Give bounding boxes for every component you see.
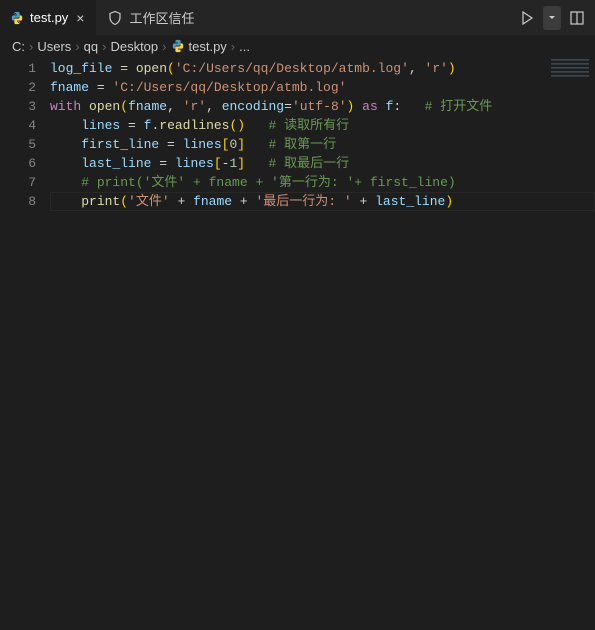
minimap[interactable] <box>551 57 589 77</box>
line-number-gutter: 12345678 <box>0 57 50 211</box>
run-button[interactable] <box>515 6 539 30</box>
chevron-right-icon: › <box>231 39 235 54</box>
tab-filename: test.py <box>30 10 68 25</box>
chevron-right-icon: › <box>29 39 33 54</box>
code-line[interactable]: first_line = lines[0] # 取第一行 <box>50 135 595 154</box>
code-line[interactable]: lines = f.readlines() # 读取所有行 <box>50 116 595 135</box>
line-number: 6 <box>0 154 36 173</box>
breadcrumb-item[interactable]: Desktop <box>110 39 158 54</box>
breadcrumb-item[interactable]: ... <box>239 39 250 54</box>
line-number: 3 <box>0 97 36 116</box>
python-icon <box>171 39 185 53</box>
run-dropdown[interactable] <box>543 6 561 30</box>
line-number: 5 <box>0 135 36 154</box>
chevron-right-icon: › <box>75 39 79 54</box>
tab-bar: test.py × 工作区信任 <box>0 0 595 35</box>
editor-actions <box>515 0 589 35</box>
close-icon[interactable]: × <box>74 9 86 27</box>
line-number: 1 <box>0 59 36 78</box>
breadcrumb-item[interactable]: test.py <box>189 39 227 54</box>
code-line[interactable]: print('文件' + fname + '最后一行为: ' + last_li… <box>50 192 595 211</box>
tab-active[interactable]: test.py × <box>0 0 97 35</box>
python-icon <box>10 11 24 25</box>
code-line[interactable]: last_line = lines[-1] # 取最后一行 <box>50 154 595 173</box>
workspace-trust-label: 工作区信任 <box>129 8 194 27</box>
split-editor-button[interactable] <box>565 6 589 30</box>
shield-icon <box>107 10 123 26</box>
breadcrumb[interactable]: C: › Users › qq › Desktop › test.py › ... <box>0 35 595 57</box>
code-content[interactable]: log_file = open('C:/Users/qq/Desktop/atm… <box>50 57 595 211</box>
line-number: 8 <box>0 192 36 211</box>
code-editor[interactable]: 12345678 log_file = open('C:/Users/qq/De… <box>0 57 595 211</box>
code-line[interactable]: fname = 'C:/Users/qq/Desktop/atmb.log' <box>50 78 595 97</box>
line-number: 4 <box>0 116 36 135</box>
line-number: 7 <box>0 173 36 192</box>
workspace-trust-button[interactable]: 工作区信任 <box>97 0 204 35</box>
code-line[interactable]: log_file = open('C:/Users/qq/Desktop/atm… <box>50 59 595 78</box>
code-line[interactable]: # print('文件' + fname + '第一行为: '+ first_l… <box>50 173 595 192</box>
breadcrumb-item[interactable]: C: <box>12 39 25 54</box>
chevron-right-icon: › <box>162 39 166 54</box>
code-line[interactable]: with open(fname, 'r', encoding='utf-8') … <box>50 97 595 116</box>
breadcrumb-item[interactable]: qq <box>84 39 98 54</box>
line-number: 2 <box>0 78 36 97</box>
breadcrumb-item[interactable]: Users <box>37 39 71 54</box>
chevron-right-icon: › <box>102 39 106 54</box>
